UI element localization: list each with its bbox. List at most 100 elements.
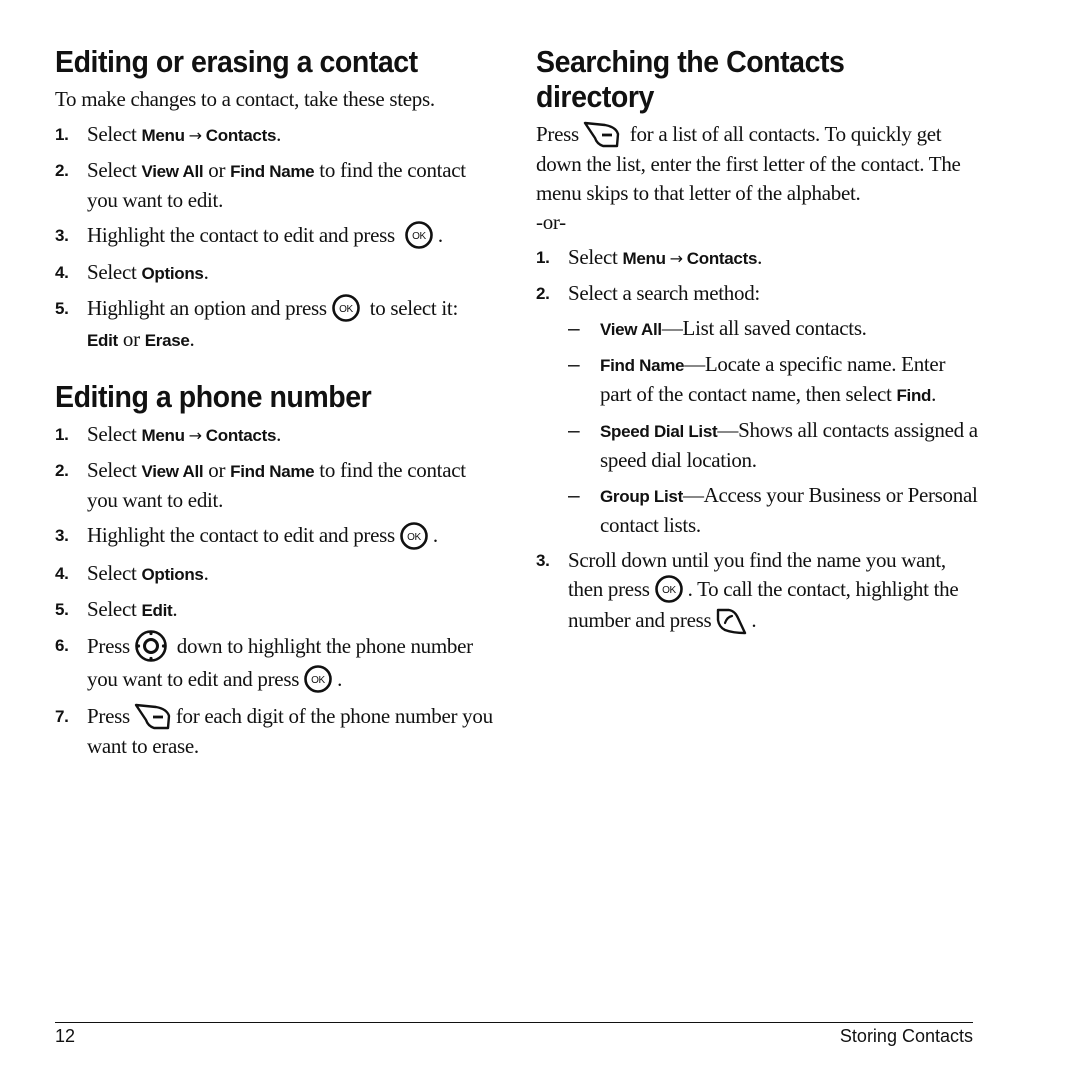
intro-text: Press — [536, 122, 579, 146]
dash-bullet: – — [568, 419, 580, 443]
ok-key-icon: OK — [404, 220, 434, 250]
ui-label-erase: Erase — [144, 331, 190, 351]
ui-label-contacts: Contacts — [686, 249, 758, 269]
ui-label-options: Options — [141, 564, 204, 584]
svg-text:OK: OK — [311, 675, 325, 686]
step-number: 3. — [55, 526, 69, 546]
step-text: . — [437, 223, 443, 247]
search-method-find-name: – Find Name—Locate a specific name. Enter… — [536, 350, 981, 410]
step-text: . — [751, 608, 757, 633]
step-item: 6. Press down to highlight the phone num… — [55, 629, 500, 696]
step-text: . — [276, 422, 282, 447]
step-item: 3. Scroll down until you find the name y… — [536, 546, 981, 637]
search-methods-list: – View All—List all saved contacts. – Find… — [536, 314, 981, 540]
ui-label-view-all: View All — [141, 462, 204, 482]
ui-label-contacts: Contacts — [205, 126, 277, 145]
ok-key-icon: OK — [654, 574, 684, 604]
step-number: 2. — [55, 161, 69, 180]
ok-key-icon: OK — [399, 521, 429, 551]
ui-label-find: Find — [896, 386, 932, 406]
svg-text:OK: OK — [339, 304, 353, 315]
arrow-icon: → — [188, 426, 202, 446]
step-text: . — [337, 666, 343, 691]
step-item: 5. Select Edit. — [55, 595, 500, 625]
page-number: 12 — [55, 1026, 76, 1046]
right-column: Searching the Contacts directory Press f… — [536, 44, 981, 644]
dash-bullet: – — [568, 484, 580, 508]
step-text: Press — [87, 633, 130, 658]
method-label: Group List — [600, 487, 683, 507]
step-text: . — [276, 122, 282, 146]
step-text: or — [203, 158, 231, 182]
step-text: Highlight an option and press — [87, 296, 327, 321]
step-text: Select a search method: — [568, 281, 760, 306]
step-number: 4. — [55, 263, 69, 283]
search-method-view-all: – View All—List all saved contacts. — [536, 314, 981, 344]
ui-label-options: Options — [141, 264, 204, 284]
step-item: 1. Select Menu → Contacts. — [55, 120, 500, 150]
arrow-icon: → — [188, 126, 202, 145]
ui-label-contacts: Contacts — [205, 426, 277, 446]
step-text: or — [117, 327, 145, 352]
ok-key-icon: OK — [303, 664, 333, 694]
ui-label-find-name: Find Name — [230, 462, 315, 482]
method-description: —List all saved contacts. — [661, 316, 867, 341]
step-text: Highlight the contact to edit and press — [87, 223, 395, 247]
svg-text:OK: OK — [407, 532, 421, 543]
navigation-key-icon — [134, 629, 168, 663]
step-item: 4. Select Options. — [55, 559, 500, 589]
steps-list-editing-phone: 1. Select Menu → Contacts. 2. Select View … — [55, 420, 500, 761]
step-number: 1. — [55, 425, 69, 445]
step-item: 5. Highlight an option and press OK to se… — [55, 294, 500, 355]
ui-label-view-all: View All — [141, 162, 204, 181]
step-text: Select — [87, 596, 142, 621]
send-key-icon — [715, 606, 747, 636]
method-label: Find Name — [600, 356, 685, 376]
ui-label-edit: Edit — [141, 600, 173, 620]
ui-label-find-name: Find Name — [230, 162, 315, 181]
ui-label-menu: Menu — [622, 249, 666, 269]
search-method-group-list: – Group List—Access your Business or Pers… — [536, 481, 981, 540]
step-text: Select — [568, 245, 623, 270]
step-item: 2. Select a search method: — [536, 279, 981, 308]
step-number: 1. — [55, 125, 69, 144]
method-description: . — [931, 382, 937, 407]
step-number: 2. — [536, 284, 550, 304]
step-item: 2. Select View All or Find Name to find … — [55, 456, 500, 515]
step-number: 3. — [55, 226, 69, 245]
search-method-speed-dial-list: – Speed Dial List—Shows all contacts assi… — [536, 416, 981, 475]
method-label: View All — [600, 320, 662, 340]
method-label: Speed Dial List — [600, 422, 718, 442]
dash-bullet: – — [568, 353, 580, 377]
ui-label-edit: Edit — [87, 331, 118, 351]
steps-list-searching: 1. Select Menu → Contacts. 2. Select a sea… — [536, 243, 981, 308]
step-text: . — [172, 596, 178, 621]
step-item: 7. Press for each digit of the phone numb… — [55, 702, 500, 761]
step-text: . — [757, 245, 763, 270]
step-item: 1. Select Menu → Contacts. — [55, 420, 500, 450]
ui-label-menu: Menu — [141, 126, 185, 145]
step-text: Select — [87, 560, 142, 585]
step-text: Select — [87, 260, 142, 285]
clear-key-icon — [583, 120, 621, 148]
step-item: 3. Highlight the contact to edit and pre… — [55, 521, 500, 552]
step-item: 1. Select Menu → Contacts. — [536, 243, 981, 273]
or-separator: -or- — [536, 210, 566, 235]
step-number: 5. — [55, 299, 69, 319]
step-number: 6. — [55, 635, 69, 655]
step-text: Select — [87, 122, 142, 146]
step-text: . — [203, 260, 209, 285]
step-text: Select — [87, 422, 142, 447]
step-number: 5. — [55, 599, 69, 619]
step-text: Highlight the contact to edit and press — [87, 523, 395, 548]
step-text: . — [189, 327, 195, 352]
svg-text:OK: OK — [662, 585, 676, 596]
step-text: or — [203, 458, 231, 483]
step-number: 7. — [55, 706, 69, 726]
ui-label-menu: Menu — [141, 426, 185, 446]
step-number: 4. — [55, 563, 69, 583]
step-text: . — [203, 560, 209, 585]
chapter-title: Storing Contacts — [839, 1026, 973, 1046]
section-title-editing-erasing: Editing or erasing a contact — [55, 44, 418, 79]
step-number: 1. — [536, 248, 550, 268]
